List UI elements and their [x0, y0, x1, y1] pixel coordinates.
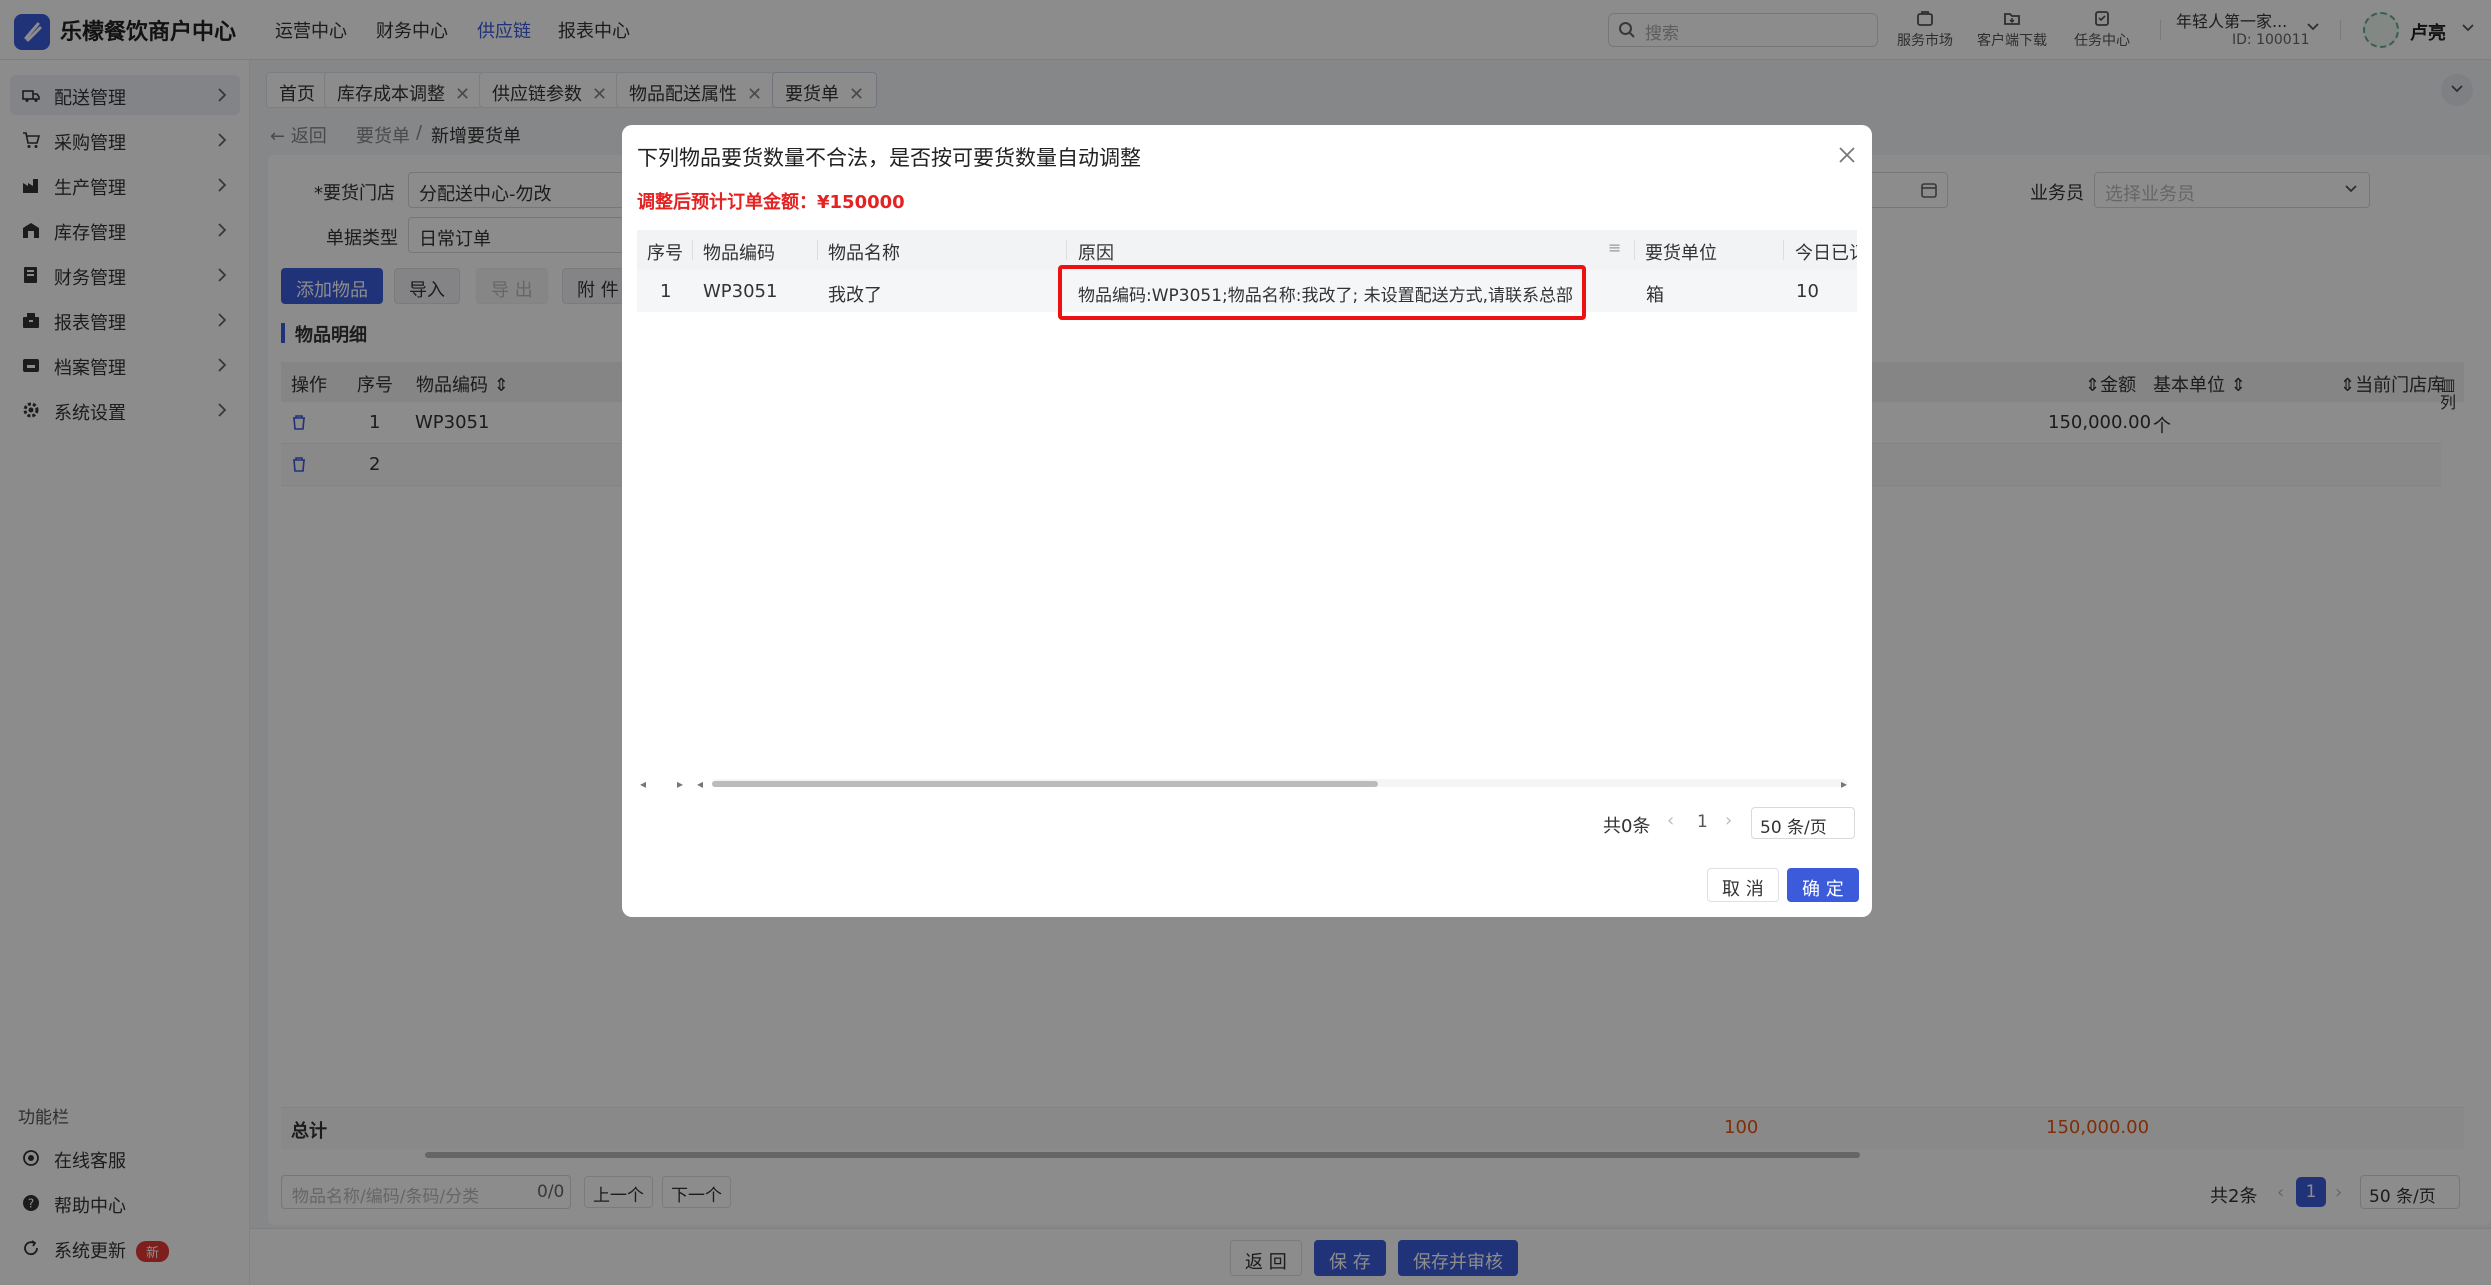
- mcol-name: 物品名称: [828, 243, 900, 264]
- col-divider: [1066, 240, 1067, 260]
- confirm-button[interactable]: 确 定: [1787, 868, 1859, 902]
- col-divider: [1783, 240, 1784, 260]
- modal-total: 共0条: [1603, 816, 1651, 837]
- col-divider: [817, 240, 818, 260]
- page-size-value: 50 条/页: [1760, 818, 1827, 838]
- mrow-seq: 1: [660, 281, 672, 302]
- cancel-button[interactable]: 取 消: [1707, 868, 1779, 902]
- scroll-right-icon[interactable]: ▸: [677, 777, 683, 791]
- reason-highlight-box: [1058, 265, 1586, 320]
- mcol-seq: 序号: [647, 243, 683, 264]
- prev-page-icon[interactable]: ‹: [1667, 810, 1674, 831]
- mcol-code: 物品编码: [703, 243, 775, 264]
- scroll-left-icon[interactable]: ◂: [697, 777, 703, 791]
- scroll-left-icon[interactable]: ◂: [640, 777, 646, 791]
- estimated-amount: 调整后预计订单金额：¥150000: [637, 192, 905, 213]
- mcol-reason: 原因: [1078, 243, 1114, 264]
- menu-icon[interactable]: ≡: [1608, 238, 1621, 257]
- col-divider: [1634, 240, 1635, 260]
- scroll-right-icon[interactable]: ▸: [1841, 777, 1847, 791]
- modal-title: 下列物品要货数量不合法，是否按可要货数量自动调整: [637, 146, 1141, 170]
- mrow-name: 我改了: [828, 285, 882, 306]
- modal-page-size-select[interactable]: 50 条/页: [1751, 807, 1855, 839]
- col-divider: [692, 240, 693, 260]
- mrow-unit: 箱: [1646, 285, 1664, 306]
- mcol-unit: 要货单位: [1645, 243, 1717, 264]
- modal-scroll-thumb[interactable]: [712, 781, 1378, 787]
- mcol-today: 今日已订: [1795, 243, 1857, 264]
- close-icon[interactable]: [1836, 144, 1858, 166]
- next-page-icon[interactable]: ›: [1725, 810, 1732, 831]
- mrow-code: WP3051: [703, 281, 778, 302]
- mrow-today: 10: [1796, 281, 1819, 302]
- modal-page-1[interactable]: 1: [1697, 812, 1708, 832]
